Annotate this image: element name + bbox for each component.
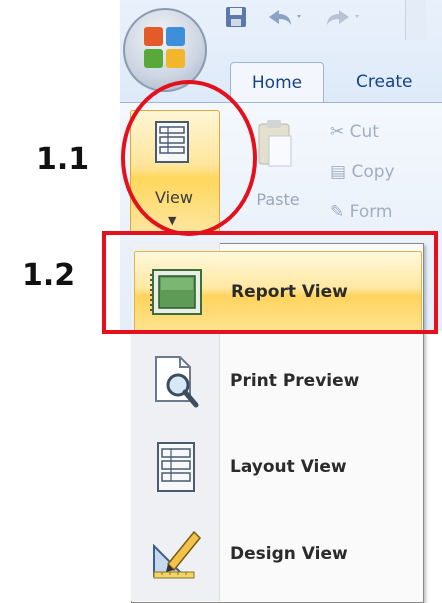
format-painter-button[interactable]: ✎ Form: [330, 202, 392, 222]
cut-button[interactable]: ✂ Cut: [330, 122, 379, 142]
paste-button-label: Paste: [256, 190, 300, 209]
redo-icon[interactable]: [323, 6, 363, 32]
menu-item-print-preview[interactable]: Print Preview: [134, 341, 420, 421]
callout-circle-view-button: [121, 80, 257, 236]
menu-item-label: Design View: [230, 544, 348, 564]
layout-view-icon: [146, 437, 206, 497]
copy-button[interactable]: ▤ Copy: [330, 162, 395, 182]
menu-item-design-view[interactable]: Design View: [134, 514, 420, 594]
design-view-icon: [146, 524, 206, 584]
print-preview-icon: [146, 351, 206, 411]
menu-item-layout-view[interactable]: Layout View: [134, 427, 420, 507]
quick-access-toolbar: [205, 0, 442, 40]
menu-item-label: Layout View: [230, 457, 347, 477]
qat-customize-icon[interactable]: [405, 0, 426, 40]
tab-create[interactable]: Create: [336, 62, 442, 102]
step-label-2: 1.2: [22, 258, 76, 293]
undo-icon[interactable]: [265, 6, 305, 32]
step-label-1: 1.1: [36, 142, 90, 177]
tab-home[interactable]: Home: [230, 62, 324, 103]
menu-item-label: Print Preview: [230, 371, 360, 391]
callout-rect-report-view: [102, 231, 438, 334]
office-logo-icon: [144, 27, 186, 69]
save-icon[interactable]: [225, 6, 249, 32]
paste-icon[interactable]: [255, 118, 295, 184]
